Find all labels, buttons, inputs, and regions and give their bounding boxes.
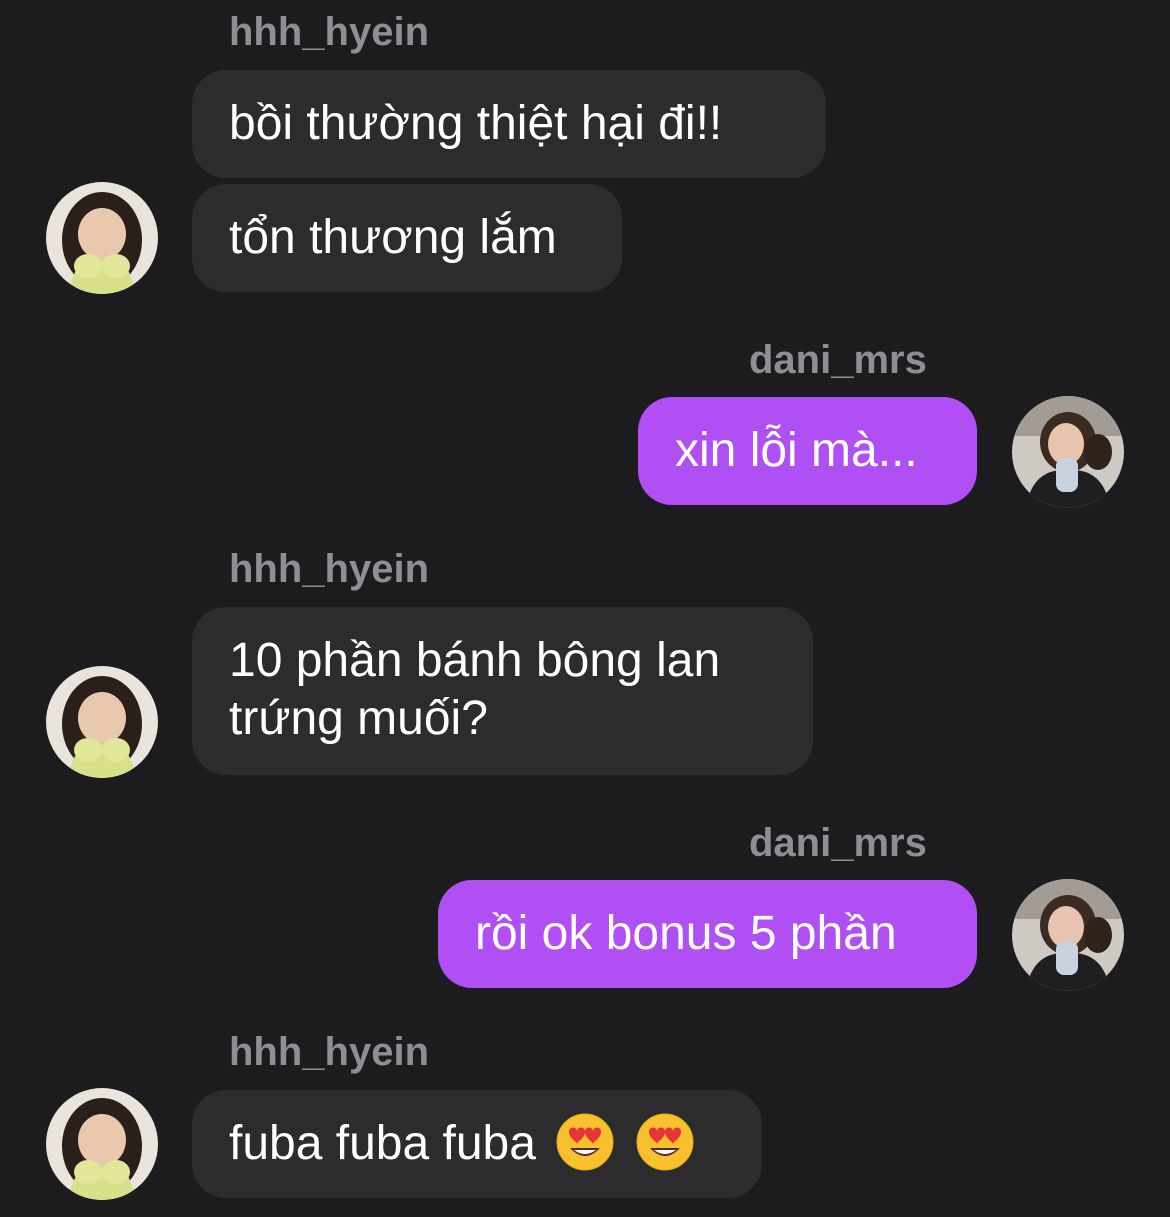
message-bubble-incoming[interactable]: 10 phần bánh bông lan trứng muối? xyxy=(192,607,813,775)
message-bubble-incoming[interactable]: fuba fuba fuba xyxy=(192,1090,762,1198)
avatar-hhh-hyein[interactable] xyxy=(46,182,158,294)
message-text: fuba fuba fuba xyxy=(229,1117,536,1170)
avatar-dani-mrs[interactable] xyxy=(1012,879,1124,991)
profile-photo-icon xyxy=(1012,879,1124,991)
sender-name-dani-mrs: dani_mrs xyxy=(749,338,927,382)
avatar-hhh-hyein[interactable] xyxy=(46,1088,158,1200)
sender-name-hhh-hyein: hhh_hyein xyxy=(229,1030,430,1074)
sender-name-hhh-hyein: hhh_hyein xyxy=(229,10,430,54)
sender-name-dani-mrs: dani_mrs xyxy=(749,821,927,865)
sender-name-hhh-hyein: hhh_hyein xyxy=(229,547,430,591)
message-text-line: 10 phần bánh bông lan xyxy=(229,634,721,687)
message-bubble-outgoing[interactable]: xin lỗi mà... xyxy=(638,397,977,505)
profile-photo-icon xyxy=(1012,396,1124,508)
heart-eyes-emoji-icon xyxy=(556,1113,614,1171)
message-text-line: trứng muối? xyxy=(229,692,488,745)
heart-eyes-emoji-icon xyxy=(636,1113,694,1171)
profile-photo-icon xyxy=(46,1088,158,1200)
avatar-hhh-hyein[interactable] xyxy=(46,666,158,778)
message-bubble-incoming[interactable]: tổn thương lắm xyxy=(192,184,622,292)
message-bubble-incoming[interactable]: bồi thường thiệt hại đi!! xyxy=(192,70,826,178)
profile-photo-icon xyxy=(46,182,158,294)
message-bubble-outgoing[interactable]: rồi ok bonus 5 phần xyxy=(438,880,977,988)
profile-photo-icon xyxy=(46,666,158,778)
avatar-dani-mrs[interactable] xyxy=(1012,396,1124,508)
